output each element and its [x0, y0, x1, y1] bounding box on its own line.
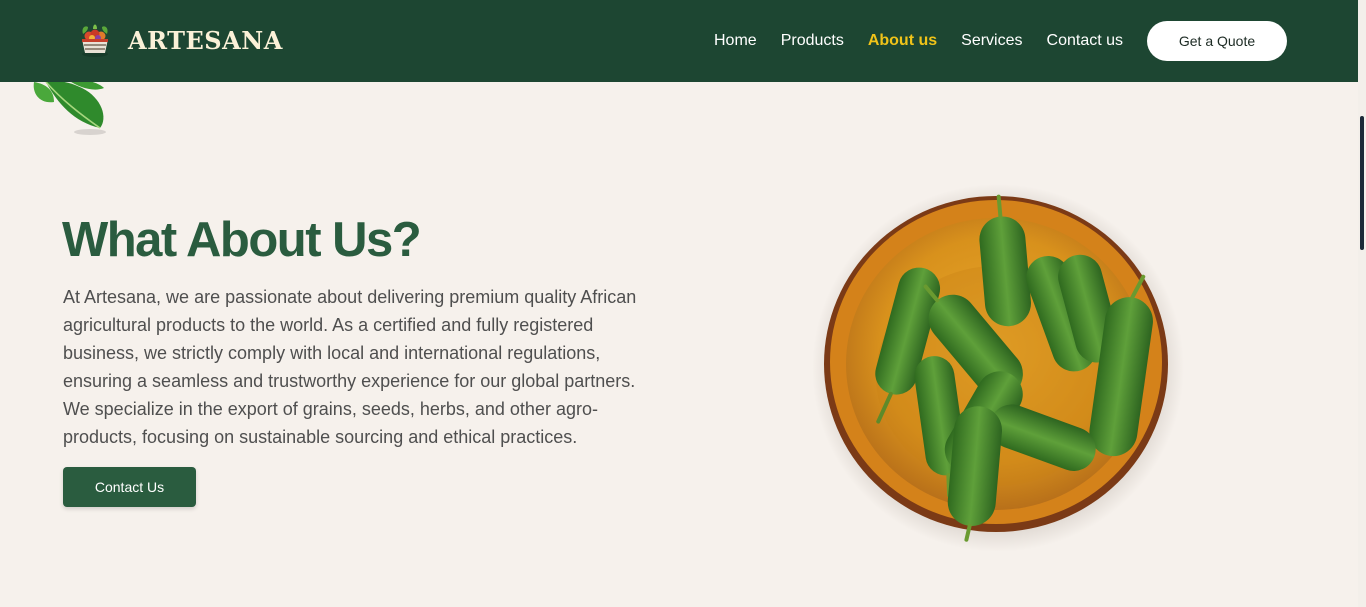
- nav-link-home[interactable]: Home: [714, 32, 757, 50]
- nav-link-about-us[interactable]: About us: [868, 32, 937, 50]
- get-a-quote-button[interactable]: Get a Quote: [1147, 21, 1287, 61]
- scrollbar-thumb[interactable]: [1360, 116, 1364, 250]
- scrollbar-track[interactable]: [1358, 0, 1366, 607]
- page-title: What About Us?: [62, 213, 422, 267]
- bowl-of-cucumbers-image: [812, 184, 1184, 552]
- top-navbar: ARTESANA Home Products About us Services…: [0, 0, 1358, 82]
- nav-link-services[interactable]: Services: [961, 32, 1022, 50]
- nav-link-contact-us[interactable]: Contact us: [1047, 32, 1123, 50]
- basket-logo-icon: [82, 24, 108, 57]
- main-nav: Home Products About us Services Contact …: [700, 0, 1147, 82]
- brand-name: ARTESANA: [128, 25, 283, 55]
- brand[interactable]: ARTESANA: [76, 21, 283, 59]
- contact-us-button[interactable]: Contact Us: [63, 467, 196, 507]
- about-description: At Artesana, we are passionate about del…: [63, 287, 637, 447]
- basil-leaf-decoration: [33, 79, 106, 135]
- nav-link-products[interactable]: Products: [781, 32, 844, 50]
